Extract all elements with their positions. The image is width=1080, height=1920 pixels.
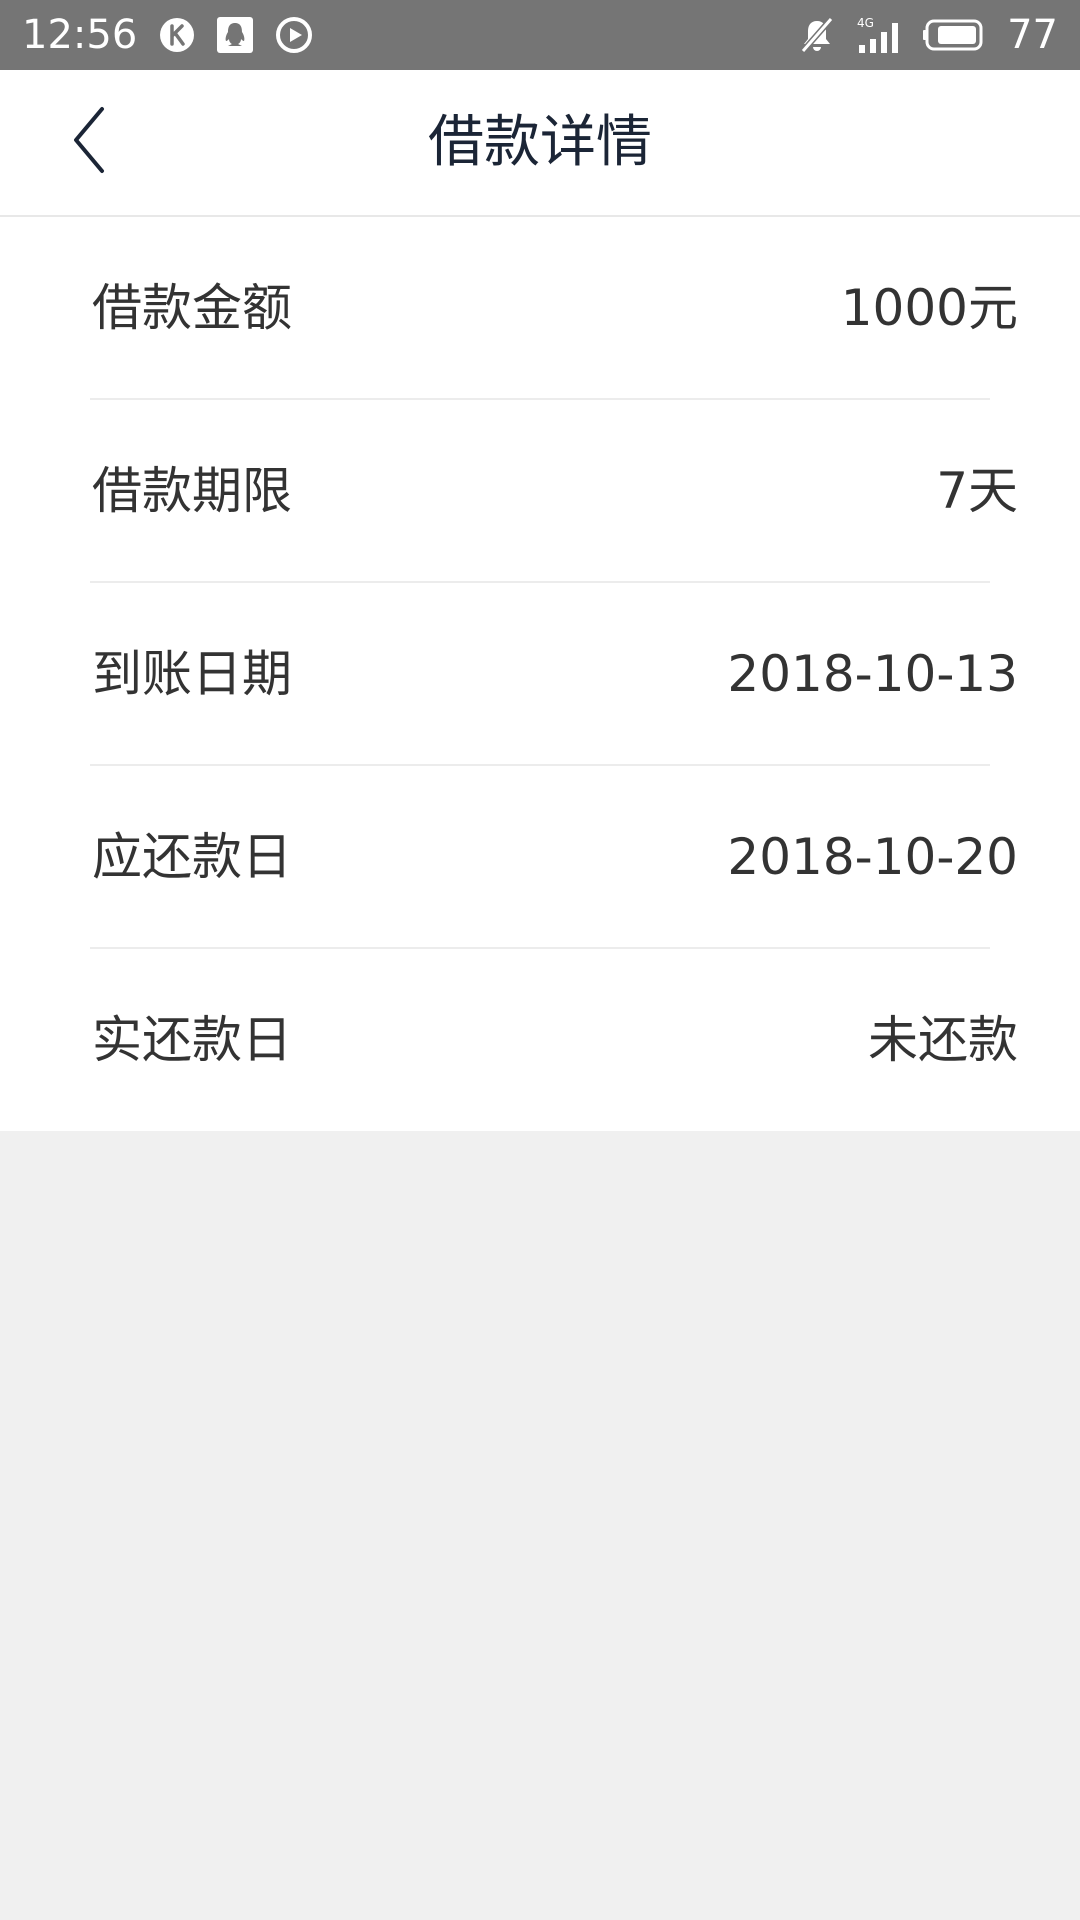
loan-amount-label: 借款金额 [92, 279, 292, 337]
battery-icon [923, 17, 989, 53]
actual-repayment-date-label: 实还款日 [92, 1011, 292, 1069]
battery-level: 77 [1007, 12, 1058, 58]
play-icon [275, 16, 313, 54]
signal-4g-icon: 4G [855, 15, 905, 55]
qq-icon [217, 17, 254, 53]
detail-row-loan-amount: 借款金额 1000元 [0, 217, 1080, 400]
loan-term-value: 7天 [936, 462, 1018, 520]
app-bar: 借款详情 [0, 70, 1080, 217]
back-button[interactable] [50, 100, 130, 180]
actual-repayment-date-value: 未还款 [868, 1011, 1018, 1069]
loan-detail-list: 借款金额 1000元 借款期限 7天 到账日期 2018-10-13 应还款日 … [0, 217, 1080, 1131]
due-date-value: 2018-10-20 [727, 828, 1018, 886]
mute-bell-icon [797, 15, 837, 55]
loan-term-label: 借款期限 [92, 462, 292, 520]
status-icons-left [159, 16, 313, 54]
arrival-date-value: 2018-10-13 [727, 645, 1018, 703]
page-title: 借款详情 [428, 110, 652, 175]
empty-background-area [0, 1131, 1080, 1920]
k-app-icon [159, 17, 195, 53]
status-icons-right: 4G 77 [797, 12, 1058, 58]
detail-row-loan-term: 借款期限 7天 [0, 400, 1080, 583]
network-label: 4G [857, 16, 874, 30]
status-bar: 12:56 4G 77 [0, 0, 1080, 70]
detail-row-due-date: 应还款日 2018-10-20 [0, 766, 1080, 949]
arrival-date-label: 到账日期 [92, 645, 292, 703]
status-time: 12:56 [22, 12, 138, 58]
detail-row-actual-repayment-date: 实还款日 未还款 [0, 949, 1080, 1132]
chevron-left-icon [74, 107, 104, 173]
loan-amount-value: 1000元 [840, 279, 1018, 337]
detail-row-arrival-date: 到账日期 2018-10-13 [0, 583, 1080, 766]
due-date-label: 应还款日 [92, 828, 292, 886]
